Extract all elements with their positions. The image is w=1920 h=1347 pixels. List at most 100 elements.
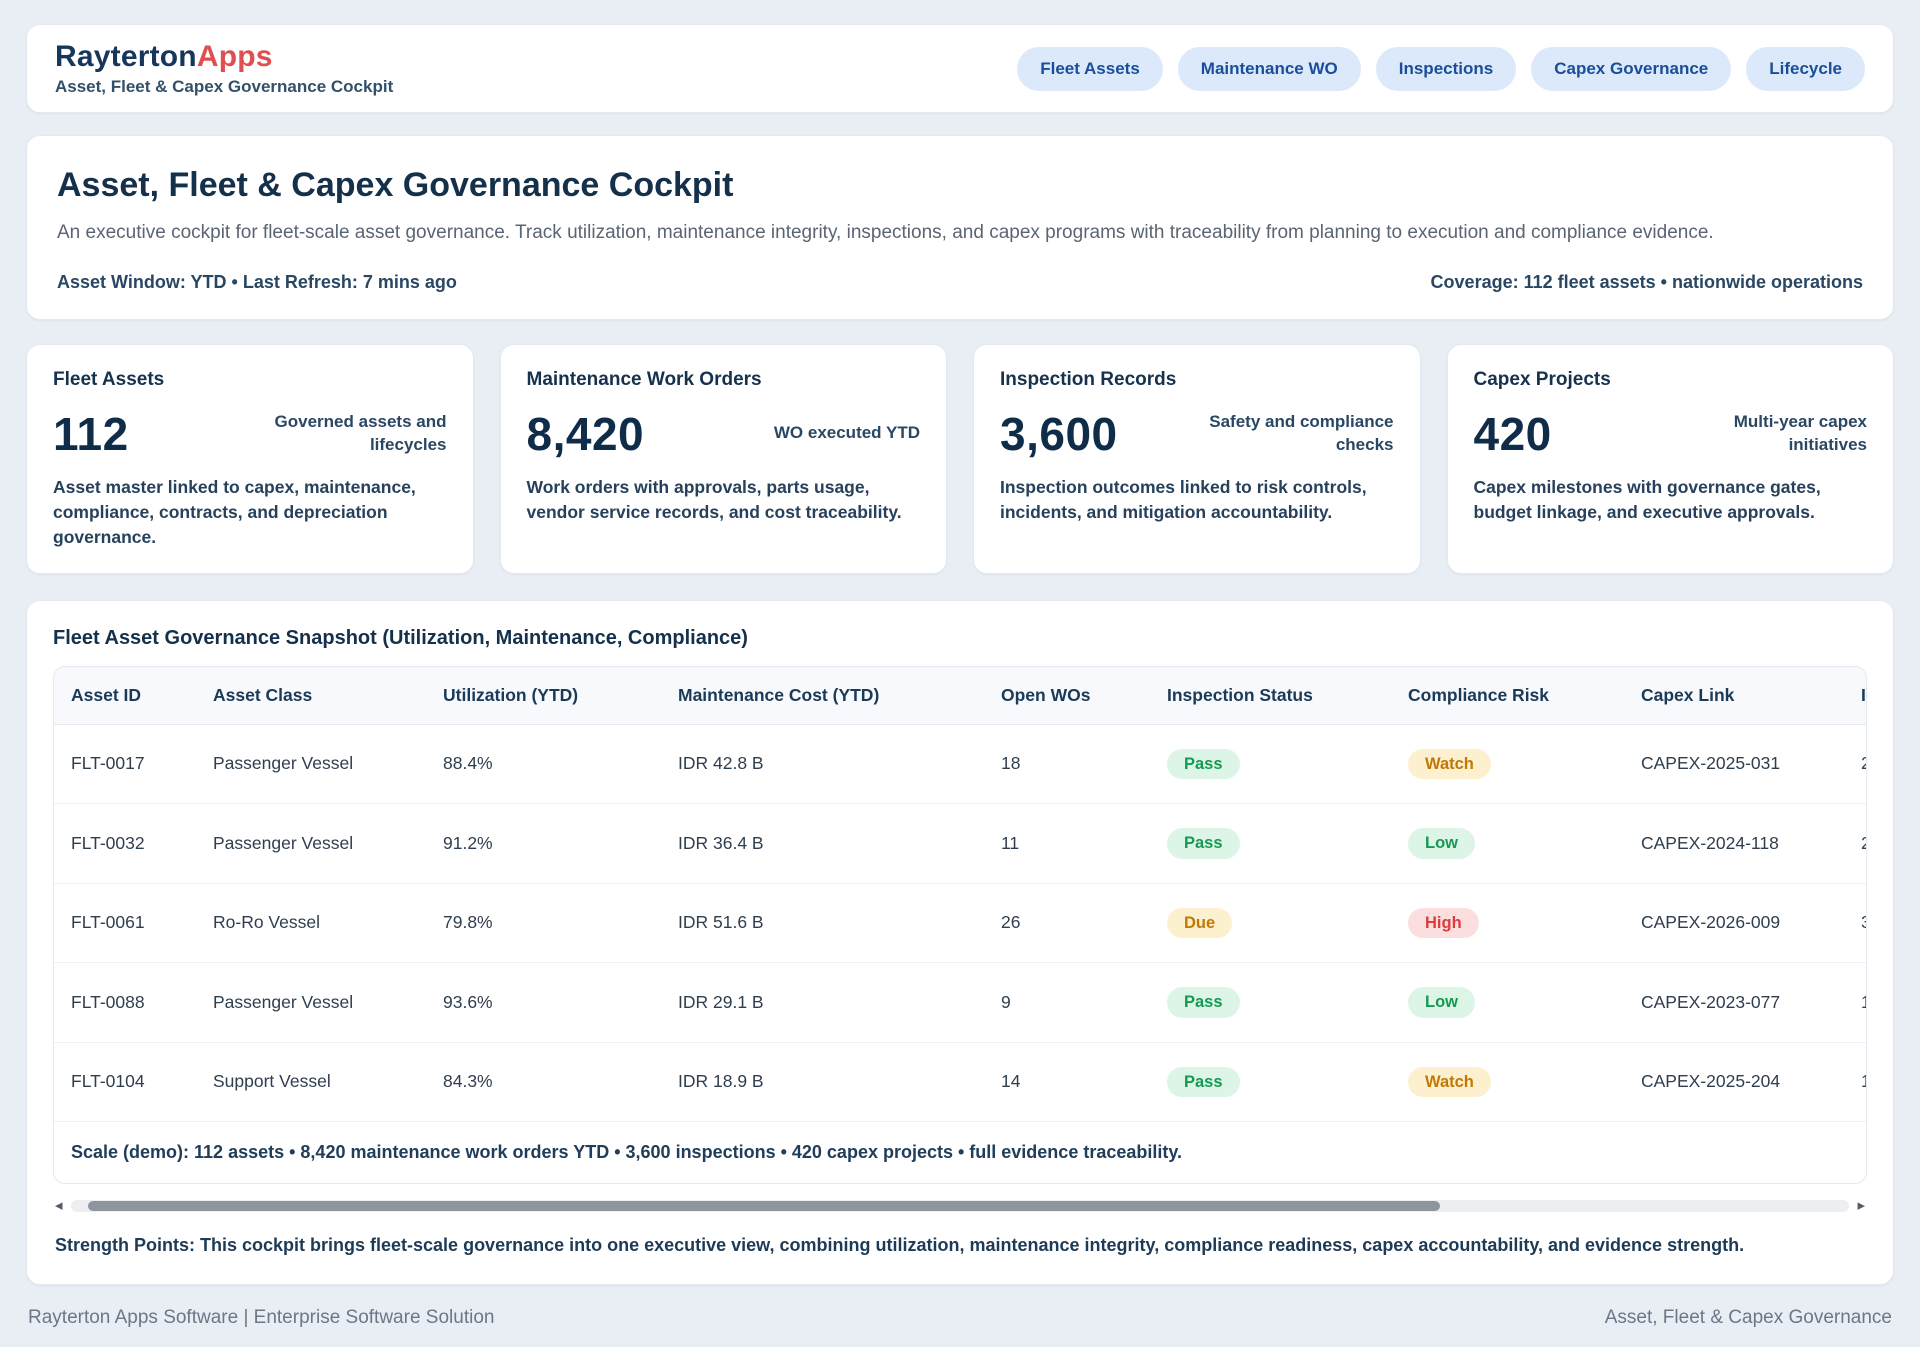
cell-maintenance_cost: IDR 42.8 B [661,724,984,804]
brand-name-primary: Rayterton [55,40,197,73]
cell-open_wos: 9 [984,963,1150,1043]
governance-table: Asset IDAsset ClassUtilization (YTD)Main… [54,667,1866,1123]
governance-snapshot-section: Fleet Asset Governance Snapshot (Utiliza… [26,600,1894,1286]
stat-description: Inspection outcomes linked to risk contr… [1000,475,1394,526]
column-header-asset_class: Asset Class [196,667,426,725]
cell-incidents: 3 [1844,883,1866,963]
risk-badge: High [1408,908,1479,939]
cell-asset_class: Ro-Ro Vessel [196,883,426,963]
scroll-right-icon[interactable]: ▸ [1857,1198,1865,1213]
table-title: Fleet Asset Governance Snapshot (Utiliza… [53,627,1867,650]
cell-asset_class: Passenger Vessel [196,804,426,884]
inspection-badge: Pass [1167,1067,1240,1098]
coverage-meta: Coverage: 112 fleet assets • nationwide … [1431,272,1863,293]
nav-item-capex-governance[interactable]: Capex Governance [1531,47,1731,91]
hero-section: Asset, Fleet & Capex Governance Cockpit … [26,135,1894,320]
cell-capex_link: CAPEX-2025-031 [1624,724,1844,804]
risk-badge: Low [1408,828,1475,859]
cell-asset_class: Passenger Vessel [196,724,426,804]
hero-meta: Asset Window: YTD • Last Refresh: 7 mins… [57,272,1863,293]
stat-title: Capex Projects [1474,369,1868,391]
table-box: Asset IDAsset ClassUtilization (YTD)Main… [53,666,1867,1185]
cell-inspection: Pass [1150,963,1391,1043]
stat-side-label: Governed assets and lifecycles [242,411,447,457]
cell-risk: Low [1391,963,1624,1043]
stat-title: Maintenance Work Orders [527,369,921,391]
strength-points-note: Strength Points: This cockpit brings fle… [53,1231,1867,1270]
stat-title: Fleet Assets [53,369,447,391]
cell-capex_link: CAPEX-2023-077 [1624,963,1844,1043]
cell-maintenance_cost: IDR 18.9 B [661,1042,984,1122]
nav-item-maintenance-wo[interactable]: Maintenance WO [1178,47,1361,91]
inspection-badge: Due [1167,908,1232,939]
cell-asset_id: FLT-0088 [54,963,196,1043]
footer: Rayterton Apps Software | Enterprise Sof… [26,1285,1894,1337]
inspection-badge: Pass [1167,749,1240,780]
footer-left-text: Rayterton Apps Software | Enterprise Sof… [28,1307,494,1329]
brand-name-secondary: Apps [197,40,273,73]
top-bar: RaytertonApps Asset, Fleet & Capex Gover… [26,24,1894,113]
stat-value: 8,420 [527,407,645,461]
cell-risk: High [1391,883,1624,963]
cell-inspection: Pass [1150,724,1391,804]
cell-utilization: 79.8% [426,883,661,963]
table-row: FLT-0104Support Vessel84.3%IDR 18.9 B14P… [54,1042,1866,1122]
risk-badge: Watch [1408,1067,1491,1098]
stat-side-label: Safety and compliance checks [1189,411,1394,457]
cell-capex_link: CAPEX-2025-204 [1624,1042,1844,1122]
table-scroll-area[interactable]: Asset IDAsset ClassUtilization (YTD)Main… [54,667,1866,1123]
column-header-maintenance_cost: Maintenance Cost (YTD) [661,667,984,725]
cell-risk: Watch [1391,724,1624,804]
page-description: An executive cockpit for fleet-scale ass… [57,219,1717,248]
column-header-open_wos: Open WOs [984,667,1150,725]
scroll-left-icon[interactable]: ◂ [55,1198,63,1213]
asset-window-meta: Asset Window: YTD • Last Refresh: 7 mins… [57,272,457,293]
footer-right-text: Asset, Fleet & Capex Governance [1605,1307,1892,1329]
main-nav: Fleet Assets Maintenance WO Inspections … [1017,47,1865,91]
cell-open_wos: 26 [984,883,1150,963]
page-title: Asset, Fleet & Capex Governance Cockpit [57,166,1863,205]
cell-utilization: 93.6% [426,963,661,1043]
column-header-incidents: Incidents [1844,667,1866,725]
brand-tagline: Asset, Fleet & Capex Governance Cockpit [55,77,393,97]
stat-description: Capex milestones with governance gates, … [1474,475,1868,526]
cell-asset_id: FLT-0104 [54,1042,196,1122]
column-header-capex_link: Capex Link [1624,667,1844,725]
horizontal-scrollbar[interactable]: ◂ ▸ [55,1198,1865,1213]
cell-maintenance_cost: IDR 51.6 B [661,883,984,963]
scrollbar-track[interactable] [71,1200,1850,1212]
cell-incidents: 2 [1844,804,1866,884]
nav-item-inspections[interactable]: Inspections [1376,47,1516,91]
column-header-inspection: Inspection Status [1150,667,1391,725]
cell-asset_id: FLT-0017 [54,724,196,804]
stat-card-capex-projects: Capex Projects 420 Multi-year capex init… [1447,344,1895,574]
cell-inspection: Pass [1150,1042,1391,1122]
stat-description: Asset master linked to capex, maintenanc… [53,475,447,551]
stat-card-inspection-records: Inspection Records 3,600 Safety and comp… [973,344,1421,574]
table-header-row: Asset IDAsset ClassUtilization (YTD)Main… [54,667,1866,725]
risk-badge: Watch [1408,749,1491,780]
cell-incidents: 2 [1844,724,1866,804]
cell-open_wos: 18 [984,724,1150,804]
cell-maintenance_cost: IDR 29.1 B [661,963,984,1043]
scrollbar-thumb[interactable] [88,1201,1440,1211]
stat-side-label: Multi-year capex initiatives [1662,411,1867,457]
inspection-badge: Pass [1167,828,1240,859]
stat-card-maintenance-work-orders: Maintenance Work Orders 8,420 WO execute… [500,344,948,574]
cell-maintenance_cost: IDR 36.4 B [661,804,984,884]
cell-asset_id: FLT-0061 [54,883,196,963]
nav-item-lifecycle[interactable]: Lifecycle [1746,47,1865,91]
inspection-badge: Pass [1167,987,1240,1018]
cell-utilization: 91.2% [426,804,661,884]
cell-asset_class: Passenger Vessel [196,963,426,1043]
stat-value: 112 [53,407,129,461]
cell-utilization: 88.4% [426,724,661,804]
cell-asset_class: Support Vessel [196,1042,426,1122]
column-header-asset_id: Asset ID [54,667,196,725]
cell-inspection: Due [1150,883,1391,963]
nav-item-fleet-assets[interactable]: Fleet Assets [1017,47,1163,91]
table-body: FLT-0017Passenger Vessel88.4%IDR 42.8 B1… [54,724,1866,1122]
stat-title: Inspection Records [1000,369,1394,391]
column-header-risk: Compliance Risk [1391,667,1624,725]
cell-capex_link: CAPEX-2026-009 [1624,883,1844,963]
